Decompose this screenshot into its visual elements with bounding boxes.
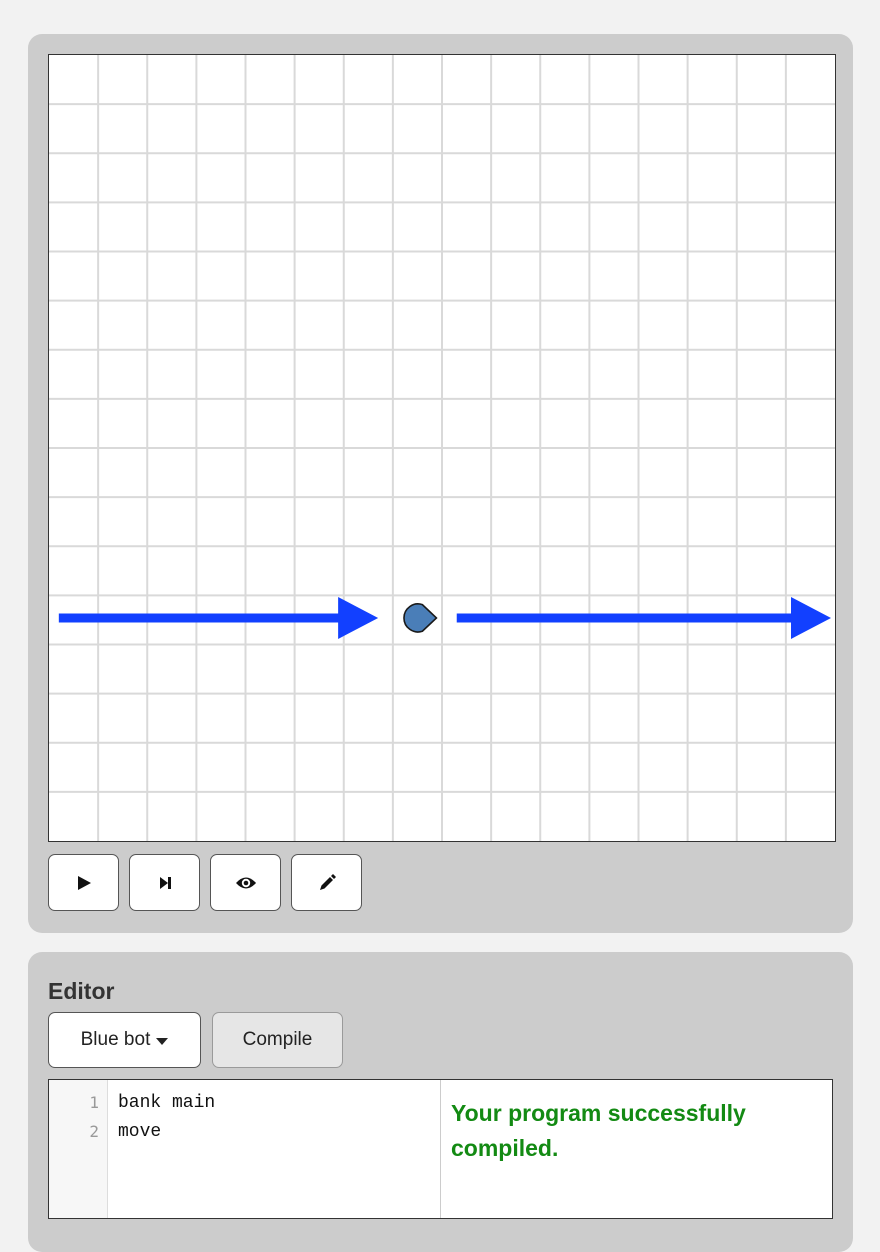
bot-selector-label: Blue bot xyxy=(80,1029,151,1050)
incoming-arrow-head xyxy=(338,596,379,639)
board-panel xyxy=(28,34,853,933)
code-line[interactable]: bank main xyxy=(118,1093,215,1113)
edit-button[interactable] xyxy=(291,854,362,911)
step-button[interactable] xyxy=(129,854,200,911)
bot-icon xyxy=(403,603,438,633)
editor-panel: Editor Blue bot Compile 1 2 bank main mo… xyxy=(28,952,853,1252)
line-number-gutter: 1 2 xyxy=(49,1080,108,1218)
line-number: 2 xyxy=(89,1122,99,1141)
eye-icon xyxy=(235,877,256,888)
compile-button-label: Compile xyxy=(242,1029,313,1050)
line-number: 1 xyxy=(89,1093,99,1112)
pencil-icon xyxy=(319,873,336,890)
editor-divider xyxy=(440,1080,441,1218)
game-board[interactable] xyxy=(48,54,836,842)
editor-title: Editor xyxy=(48,978,115,1004)
play-icon xyxy=(77,875,91,890)
compile-status-message: Your program successfully compiled. xyxy=(451,1100,746,1161)
code-line[interactable]: move xyxy=(118,1122,161,1142)
step-icon xyxy=(159,876,171,889)
code-editor[interactable]: 1 2 bank main move Your program successf… xyxy=(48,1079,833,1219)
compile-button[interactable]: Compile xyxy=(212,1012,343,1068)
watch-button[interactable] xyxy=(210,854,281,911)
board-canvas xyxy=(49,55,835,841)
caret-down-icon xyxy=(156,1037,169,1045)
play-button[interactable] xyxy=(48,854,119,911)
outgoing-arrow-head xyxy=(791,596,831,639)
bot-selector-dropdown[interactable]: Blue bot xyxy=(48,1012,201,1068)
